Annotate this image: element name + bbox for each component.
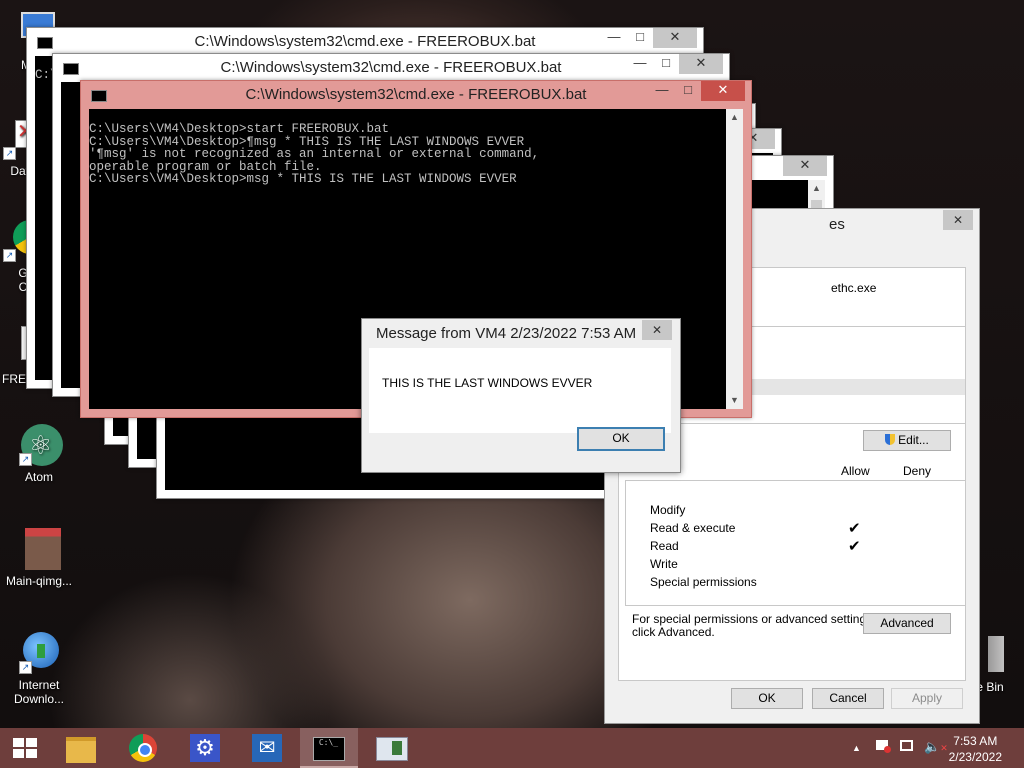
message-title: Message from VM4 2/23/2022 7:53 AM: [376, 325, 637, 342]
permission-name: Read: [650, 539, 679, 553]
console-line: C:\Users\VM4\Desktop>msg * THIS IS THE L…: [89, 172, 517, 186]
allow-check-icon: ✔: [848, 538, 861, 555]
minimize-button[interactable]: —: [627, 54, 653, 74]
clock-date: 2/23/2022: [948, 750, 1002, 764]
window-controls: ✕: [783, 156, 827, 176]
advanced-note-line: click Advanced.: [632, 625, 715, 639]
scroll-up-arrow-icon[interactable]: ▲: [726, 109, 743, 126]
close-button[interactable]: ✕: [642, 320, 672, 340]
close-button[interactable]: ✕: [653, 28, 697, 48]
maximize-button[interactable]: □: [627, 28, 653, 48]
taskbar-chrome[interactable]: [114, 728, 172, 768]
permissions-list: Modify Read & execute ✔ Read ✔ Write Spe…: [625, 480, 966, 606]
minimize-button[interactable]: —: [649, 81, 675, 101]
taskbar-app[interactable]: [362, 728, 420, 768]
permission-name: Modify: [650, 503, 686, 517]
window-controls: — □ ✕: [649, 81, 745, 101]
taskbar-file-explorer[interactable]: [52, 728, 110, 768]
close-button[interactable]: ✕: [783, 156, 827, 176]
image-file-icon: [17, 526, 61, 570]
shortcut-arrow-icon: ↗: [3, 147, 16, 160]
windows-logo-icon: [13, 738, 37, 758]
allow-check-icon: ✔: [848, 520, 861, 537]
close-button[interactable]: ✕: [943, 210, 973, 230]
window-controls: — □ ✕: [601, 28, 697, 48]
mail-icon: ✉: [252, 734, 282, 762]
taskbar-settings[interactable]: ⚙: [176, 728, 234, 768]
apply-button[interactable]: Apply: [891, 688, 963, 709]
volume-muted-icon[interactable]: 🔈✕: [924, 739, 948, 755]
tray-show-hidden-icon[interactable]: ▲: [852, 743, 861, 753]
permission-name: Special permissions: [650, 575, 757, 589]
dialog-title: es: [829, 216, 845, 233]
shortcut-arrow-icon: ↗: [3, 249, 16, 262]
edit-button-label: Edit...: [898, 433, 929, 447]
window-controls: — □ ✕: [627, 54, 723, 74]
permission-name: Read & execute: [650, 521, 736, 535]
desktop-icon-label: Downlo...: [13, 692, 65, 706]
taskbar-mail[interactable]: ✉: [238, 728, 296, 768]
action-center-flag-icon[interactable]: [876, 740, 891, 753]
folder-icon: [66, 737, 96, 763]
minimize-button[interactable]: —: [601, 28, 627, 48]
internet-download-manager-icon: ↗: [17, 630, 61, 674]
network-icon[interactable]: [900, 740, 913, 751]
maximize-button[interactable]: □: [653, 54, 679, 74]
taskbar: ⚙ ✉ C:\_ ▲ 🔈✕ 7:53 AM 2/23/2022: [0, 728, 1024, 768]
object-name: ethc.exe: [831, 281, 877, 295]
advanced-note: For special permissions or advanced sett…: [632, 613, 875, 639]
atom-icon: ⚛ ↗: [17, 422, 63, 466]
start-button[interactable]: [0, 728, 50, 768]
ok-button[interactable]: OK: [731, 688, 803, 709]
shortcut-arrow-icon: ↗: [19, 661, 32, 674]
shortcut-arrow-icon: ↗: [19, 453, 32, 466]
gear-icon: ⚙: [190, 734, 220, 762]
desktop-icon-label: Internet: [18, 678, 60, 692]
desktop-icon-label: Main-qimg...: [5, 574, 73, 588]
allow-column-header: Allow: [841, 464, 870, 478]
message-body: THIS IS THE LAST WINDOWS EVVER: [369, 348, 671, 433]
cancel-button[interactable]: Cancel: [812, 688, 884, 709]
console-line: '¶msg' is not recognized as an internal …: [89, 147, 540, 161]
clock-time: 7:53 AM: [953, 734, 998, 748]
ok-button[interactable]: OK: [577, 427, 665, 451]
desktop-icon-main-qimg[interactable]: Main-qimg...: [0, 526, 78, 588]
maximize-button[interactable]: □: [675, 81, 701, 101]
deny-column-header: Deny: [903, 464, 932, 478]
scroll-up-arrow-icon[interactable]: ▲: [808, 180, 825, 197]
message-text: THIS IS THE LAST WINDOWS EVVER: [382, 376, 593, 390]
cmd-icon: C:\_: [313, 737, 345, 761]
desktop-icon-atom[interactable]: ⚛ ↗ Atom: [0, 422, 78, 484]
edit-permissions-button[interactable]: Edit...: [863, 430, 951, 451]
console-line: C:\Users\VM4\Desktop>start FREEROBUX.bat: [89, 122, 390, 136]
uac-shield-icon: [885, 434, 896, 445]
system-clock[interactable]: 7:53 AM 2/23/2022: [949, 733, 1002, 765]
desktop-icon-internet-download[interactable]: ↗ Internet Downlo...: [0, 630, 78, 706]
advanced-button[interactable]: Advanced: [863, 613, 951, 634]
permission-name: Write: [650, 557, 678, 571]
console-scrollbar[interactable]: ▲ ▼: [726, 109, 743, 409]
close-button[interactable]: ✕: [679, 54, 723, 74]
scroll-down-arrow-icon[interactable]: ▼: [726, 392, 743, 409]
desktop-icon-label: Atom: [24, 470, 53, 484]
taskbar-cmd[interactable]: C:\_: [300, 728, 358, 768]
message-dialog[interactable]: Message from VM4 2/23/2022 7:53 AM ✕ THI…: [361, 318, 681, 473]
close-button[interactable]: ✕: [701, 81, 745, 101]
